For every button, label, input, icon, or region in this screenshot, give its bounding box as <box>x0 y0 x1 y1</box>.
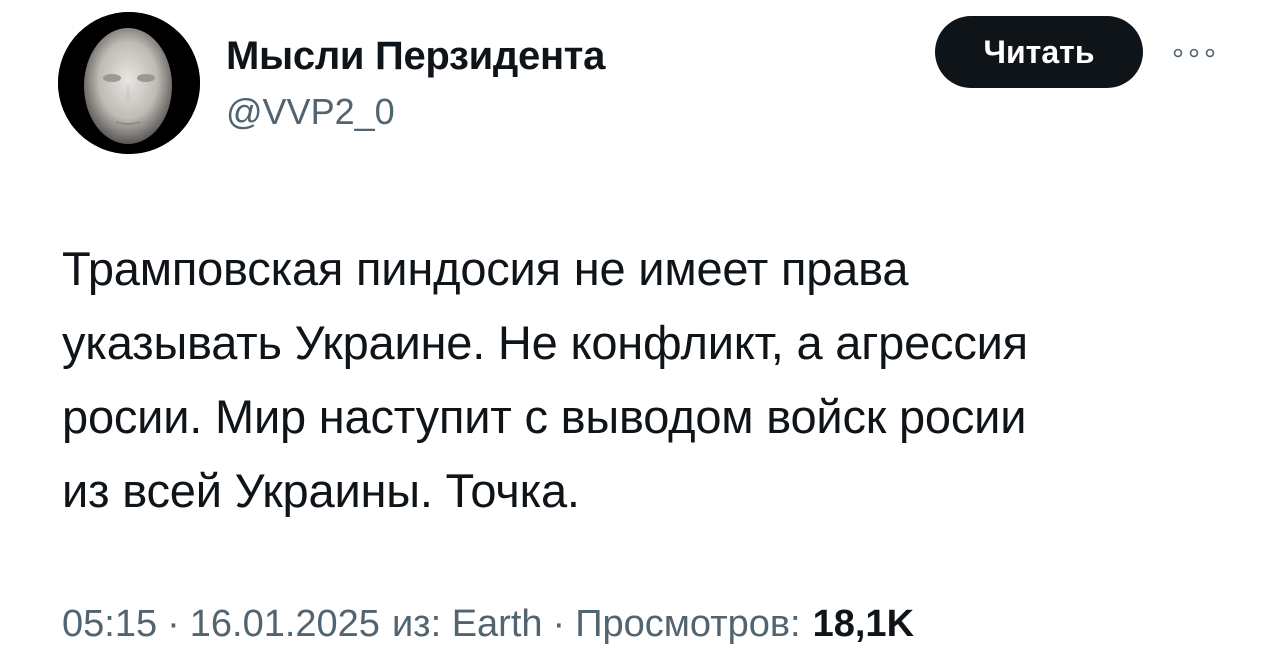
tweet-meta: 05:15 · 16.01.2025 из: Earth · Просмотро… <box>62 600 914 648</box>
user-handle[interactable]: @VVP2_0 <box>226 90 395 134</box>
more-dots-icon <box>1173 48 1215 58</box>
tweet-text: Трамповская пиндосия не имеет права указ… <box>62 232 1252 528</box>
tweet-text-line: указывать Украине. Не конфликт, а агресс… <box>62 316 1028 369</box>
tweet-time[interactable]: 05:15 <box>62 600 157 648</box>
death-mask-portrait-icon <box>58 12 200 154</box>
tweet-date[interactable]: 16.01.2025 <box>190 600 380 648</box>
meta-separator: · <box>167 603 180 645</box>
display-name[interactable]: Мысли Перзидента <box>226 32 605 80</box>
follow-button[interactable]: Читать <box>935 16 1143 88</box>
tweet-source: из: Earth <box>391 603 543 645</box>
views-count[interactable]: 18,1K <box>813 600 914 648</box>
views-label: Просмотров: <box>575 603 801 645</box>
avatar[interactable] <box>58 12 200 154</box>
more-options-button[interactable] <box>1168 38 1220 68</box>
tweet-text-line: Трамповская пиндосия не имеет права <box>62 242 909 295</box>
meta-separator: · <box>552 603 566 645</box>
tweet-text-line: из всей Украины. Точка. <box>62 464 580 517</box>
tweet-text-line: росии. Мир наступит с выводом войск роси… <box>62 390 1027 443</box>
